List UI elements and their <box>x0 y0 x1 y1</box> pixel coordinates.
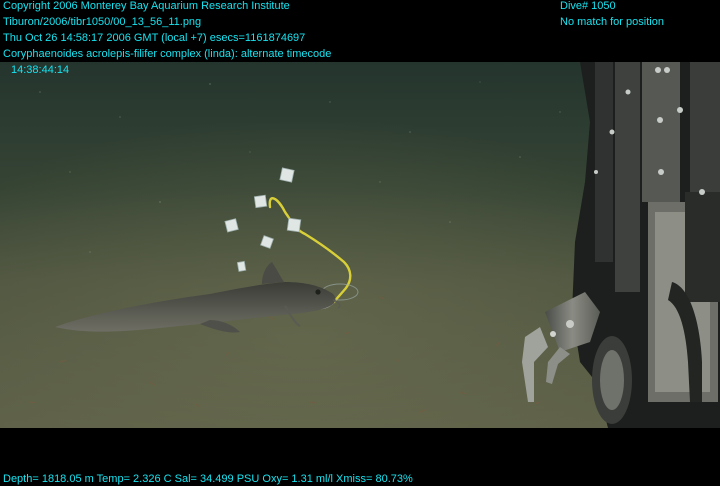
dive-number-text: Dive# 1050 <box>560 0 616 12</box>
copyright-text: Copyright 2006 Monterey Bay Aquarium Res… <box>3 0 290 12</box>
timecode-text: 14:38:44:14 <box>11 64 70 76</box>
rov-wheel <box>592 336 632 424</box>
seafloor-video-frame <box>0 62 720 428</box>
file-path-text: Tiburon/2006/tibr1050/00_13_56_11.png <box>3 16 202 28</box>
annotation-text: Coryphaenoides acrolepis-filifer complex… <box>3 48 332 60</box>
date-line-text: Thu Oct 26 14:58:17 2006 GMT (local +7) … <box>3 32 306 44</box>
sensor-readout-text: Depth= 1818.05 m Temp= 2.326 C Sal= 34.4… <box>3 473 413 485</box>
position-status-text: No match for position <box>560 16 664 28</box>
